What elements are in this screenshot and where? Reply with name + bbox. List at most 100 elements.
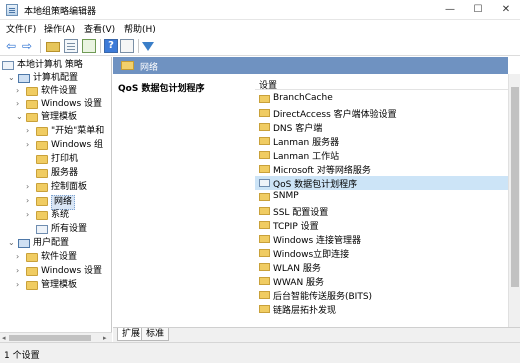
details-header-title: 网络 — [140, 63, 159, 73]
menu-action[interactable]: 操作(A) — [44, 22, 75, 35]
folder-icon — [259, 137, 270, 145]
minimize-button[interactable]: — — [436, 0, 464, 20]
tab-standard[interactable]: 标准 — [141, 328, 170, 341]
tree-windows-settings-label: Windows 设置 — [41, 99, 103, 109]
expander-closed-icon[interactable]: › — [16, 279, 24, 291]
show-hide-tree-icon[interactable] — [64, 39, 78, 53]
expander-open-icon[interactable]: ⌄ — [8, 72, 16, 84]
list-item-label: Windows 连接管理器 — [273, 236, 362, 246]
list-item-label: Windows立即连接 — [273, 250, 350, 260]
folder-icon — [259, 193, 270, 201]
list-item[interactable]: BranchCache — [255, 92, 508, 106]
tree-user-software-settings-label: 软件设置 — [41, 252, 78, 262]
menu-file[interactable]: 文件(F) — [6, 22, 36, 35]
folder-icon — [259, 207, 270, 215]
scroll-thumb[interactable] — [9, 335, 91, 341]
menu-view[interactable]: 查看(V) — [84, 22, 115, 35]
settings-list-icon — [36, 225, 48, 234]
list-item-label: QoS 数据包计划程序 — [273, 180, 358, 190]
toolbar-separator — [138, 39, 139, 53]
expander-closed-icon[interactable]: › — [16, 265, 24, 277]
tree-horizontal-scrollbar[interactable]: ◂ ▸ — [0, 332, 112, 342]
expander-closed-icon[interactable]: › — [16, 98, 24, 110]
list-item-label: DirectAccess 客户端体验设置 — [273, 110, 397, 120]
expander-closed-icon[interactable]: › — [26, 181, 34, 193]
tree-printers-label: 打印机 — [51, 154, 79, 164]
folder-icon — [26, 87, 38, 96]
list-item[interactable]: SSL 配置设置 — [255, 204, 508, 218]
list-item-label: WLAN 服务 — [273, 264, 321, 274]
expander-closed-icon[interactable]: › — [26, 139, 34, 151]
folder-icon — [26, 100, 38, 109]
tree-windows-components-label: Windows 组 — [51, 140, 104, 150]
folder-icon — [259, 109, 270, 117]
policy-document-icon — [2, 61, 14, 70]
back-arrow-icon[interactable]: ⇦ — [6, 39, 20, 53]
folder-icon — [36, 141, 48, 150]
list-item-selected[interactable]: QoS 数据包计划程序 — [255, 176, 508, 190]
tree-user-admin-templates-label: 管理模板 — [41, 280, 78, 290]
folder-icon — [26, 267, 38, 276]
tree-server-label: 服务器 — [51, 168, 79, 178]
view-tabs: 扩展 标准 — [113, 327, 520, 342]
tree-software-settings-label: 软件设置 — [41, 86, 78, 96]
folder-icon — [36, 155, 48, 164]
list-item[interactable]: SNMP — [255, 190, 508, 204]
list-item-label: 后台智能传送服务(BITS) — [273, 292, 373, 302]
list-item-label: SNMP — [273, 191, 299, 201]
folder-icon — [259, 165, 270, 173]
up-folder-icon[interactable] — [46, 42, 60, 52]
settings-column-header[interactable]: 设置 — [255, 75, 508, 91]
folder-icon — [26, 281, 38, 290]
list-item[interactable]: WWAN 服务 — [255, 274, 508, 288]
list-item[interactable]: Windows立即连接 — [255, 246, 508, 260]
list-item-label: Lanman 服务器 — [273, 138, 340, 148]
help-icon[interactable]: ? — [104, 39, 118, 53]
toolbar-separator — [100, 39, 101, 53]
list-item-label: WWAN 服务 — [273, 278, 325, 288]
filter-icon[interactable] — [142, 42, 154, 51]
folder-icon — [36, 197, 48, 206]
forward-arrow-icon[interactable]: ⇨ — [22, 39, 36, 53]
list-item-label: 链路层拓扑发现 — [273, 306, 337, 316]
list-item[interactable]: DirectAccess 客户端体验设置 — [255, 106, 508, 120]
list-item-label: Lanman 工作站 — [273, 152, 340, 162]
list-item[interactable]: TCPIP 设置 — [255, 218, 508, 232]
list-item[interactable]: DNS 客户端 — [255, 120, 508, 134]
tree-user-windows-settings-label: Windows 设置 — [41, 266, 103, 276]
tree-network-label: 网络 — [51, 195, 76, 210]
list-item[interactable]: Windows 连接管理器 — [255, 232, 508, 246]
list-item[interactable]: Lanman 工作站 — [255, 148, 508, 162]
settings-column-label: 设置 — [259, 81, 278, 91]
scroll-thumb[interactable] — [511, 87, 519, 287]
list-item[interactable]: 链路层拓扑发现 — [255, 302, 508, 316]
list-item-label: BranchCache — [273, 93, 333, 103]
list-item[interactable]: 后台智能传送服务(BITS) — [255, 288, 508, 302]
expander-closed-icon[interactable]: › — [16, 251, 24, 263]
status-bar: 1 个设置 — [0, 342, 520, 363]
expander-closed-icon[interactable]: › — [16, 85, 24, 97]
expander-closed-icon[interactable]: › — [26, 209, 34, 221]
toolbar-separator — [40, 39, 41, 53]
folder-icon — [259, 263, 270, 271]
close-button[interactable]: ✕ — [492, 0, 520, 20]
list-item[interactable]: WLAN 服务 — [255, 260, 508, 274]
computer-icon — [18, 74, 30, 83]
expander-open-icon[interactable]: ⌄ — [8, 237, 16, 249]
expander-open-icon[interactable]: ⌄ — [16, 111, 24, 123]
expander-closed-icon[interactable]: › — [26, 195, 34, 207]
list-item[interactable]: Microsoft 对等网络服务 — [255, 162, 508, 176]
details-vertical-scrollbar[interactable] — [508, 74, 520, 327]
menu-help[interactable]: 帮助(H) — [124, 22, 156, 35]
tree-computer-config-label: 计算机配置 — [33, 73, 79, 83]
tree-pane[interactable]: 本地计算机 策略 ⌄ 计算机配置 › 软件设置 › Windows 设置 ⌄ 管… — [0, 57, 112, 342]
folder-icon — [36, 183, 48, 192]
expander-closed-icon[interactable]: › — [26, 125, 34, 137]
folder-icon — [36, 169, 48, 178]
properties-icon[interactable] — [120, 39, 134, 53]
maximize-button[interactable]: ☐ — [464, 0, 492, 20]
export-list-icon[interactable] — [82, 39, 96, 53]
list-item[interactable]: Lanman 服务器 — [255, 134, 508, 148]
window-title: 本地组策略编辑器 — [24, 7, 97, 17]
details-header: 网络 — [113, 57, 508, 74]
